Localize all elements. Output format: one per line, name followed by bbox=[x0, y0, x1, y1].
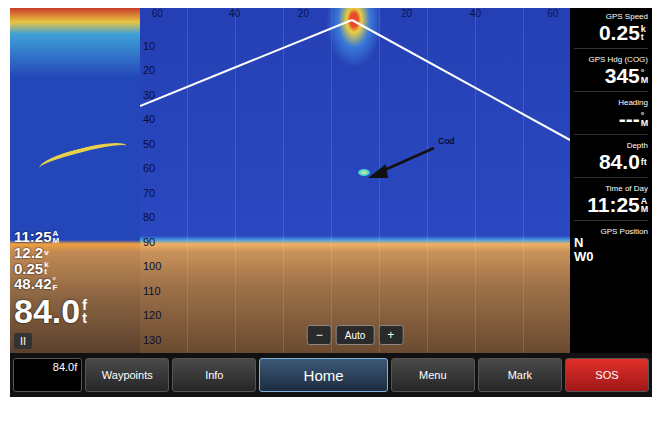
range-tick: 20 bbox=[401, 8, 412, 19]
depth-tick: 30 bbox=[143, 89, 155, 101]
home-button[interactable]: Home bbox=[259, 358, 387, 392]
depth-tick: 40 bbox=[143, 113, 155, 125]
bottom-bar: 84.0fWaypointsInfoHomeMenuMarkSOS bbox=[10, 353, 652, 397]
gps-position: GPS Position NW0 bbox=[574, 227, 648, 266]
button-button[interactable]: Info bbox=[172, 358, 256, 392]
button-button[interactable]: Waypoints bbox=[85, 358, 169, 392]
cone-lines bbox=[140, 8, 570, 353]
reading: 12.2v bbox=[14, 245, 140, 261]
data-field: GPS Hdg (COG) 345°M bbox=[574, 55, 648, 92]
data-field: GPS Speed 0.25kt bbox=[574, 12, 648, 49]
data-field: Depth 84.0ft bbox=[574, 141, 648, 178]
depth-tick: 120 bbox=[143, 309, 161, 321]
fishfinder-device: 11:25AM12.2v0.25kt48.42°F 84.0ft II 60 40… bbox=[10, 8, 652, 397]
reading: 0.25kt bbox=[14, 261, 140, 277]
depth-tick: 80 bbox=[143, 211, 155, 223]
fish-arch bbox=[37, 137, 129, 176]
depth-tick: 110 bbox=[143, 285, 161, 297]
depth-tick: 50 bbox=[143, 138, 155, 150]
depth-tick: 90 bbox=[143, 236, 155, 248]
depth-reading: 84.0ft bbox=[14, 292, 140, 331]
pause-button[interactable]: II bbox=[14, 333, 32, 349]
depth-tick: 100 bbox=[143, 260, 161, 272]
data-field: Time of Day 11:25AM bbox=[574, 184, 648, 221]
depth-tick: 70 bbox=[143, 187, 155, 199]
traditional-sonar-panel: 11:25AM12.2v0.25kt48.42°F 84.0ft II bbox=[10, 8, 140, 353]
annotation-label: Cod bbox=[438, 136, 455, 146]
fish-target[interactable] bbox=[358, 169, 370, 176]
button-button[interactable]: Menu bbox=[391, 358, 475, 392]
range-tick: 60 bbox=[152, 8, 163, 19]
reading: 11:25AM bbox=[14, 229, 140, 245]
surface-clutter bbox=[326, 8, 382, 68]
downview-sonar-panel: 60 40 20 20 40 60 10 20 30 40 50 60 70 80 90 100 110 120… bbox=[140, 8, 570, 353]
readings-overlay: 11:25AM12.2v0.25kt48.42°F 84.0ft II bbox=[10, 229, 140, 353]
range-tick: 40 bbox=[229, 8, 240, 19]
field-button[interactable]: 84.0f bbox=[13, 358, 82, 392]
range-tick: 60 bbox=[547, 8, 558, 19]
depth-tick: 60 bbox=[143, 162, 155, 174]
zoom-mode-button[interactable]: Auto bbox=[336, 325, 375, 345]
range-tick: 40 bbox=[470, 8, 481, 19]
depth-tick: 10 bbox=[143, 40, 155, 52]
screen: 11:25AM12.2v0.25kt48.42°F 84.0ft II 60 40… bbox=[10, 8, 652, 353]
zoom-out-button[interactable]: − bbox=[307, 325, 332, 345]
data-field: Heading ---°M bbox=[574, 98, 648, 135]
button-button[interactable]: Mark bbox=[478, 358, 562, 392]
zoom-controls: − Auto + bbox=[307, 325, 404, 345]
reading: 48.42°F bbox=[14, 276, 140, 292]
depth-tick: 130 bbox=[143, 334, 161, 346]
arrow-icon bbox=[380, 148, 434, 172]
zoom-in-button[interactable]: + bbox=[378, 325, 403, 345]
depth-tick: 20 bbox=[143, 64, 155, 76]
range-tick: 20 bbox=[298, 8, 309, 19]
alert-button[interactable]: SOS bbox=[565, 358, 649, 392]
data-column: GPS Speed 0.25kt GPS Hdg (COG) 345°M Headi… bbox=[570, 8, 652, 353]
